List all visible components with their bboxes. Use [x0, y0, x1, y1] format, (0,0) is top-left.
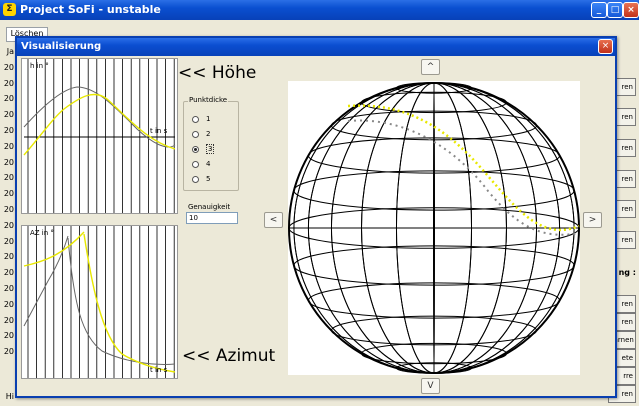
visualisierung-dialog: Visualisierung × h in ° t in s AZ in ° t…	[15, 36, 617, 398]
row-label: 20	[3, 157, 14, 167]
nav-right-button[interactable]: >	[583, 212, 602, 228]
app-title-bar: Σ Project SoFi - unstable _ □ ×	[0, 0, 639, 20]
row-label: 20	[3, 110, 14, 120]
app-title: Project SoFi - unstable	[20, 3, 161, 16]
sphere-canvas	[288, 82, 580, 374]
minimize-button[interactable]: _	[591, 2, 607, 18]
genauigkeit-input[interactable]: 10	[186, 212, 238, 224]
radio-label: 3	[206, 144, 215, 154]
azimut-gray-curve-1	[23, 235, 69, 327]
radio-punktdicke-4[interactable]: 4	[192, 159, 232, 171]
hoehe-y-label: h in °	[30, 62, 49, 70]
chevron-up-icon: ^	[426, 62, 435, 72]
row-label: 20	[3, 173, 14, 183]
close-button[interactable]: ×	[623, 2, 639, 18]
radio-punktdicke-3[interactable]: 3	[192, 144, 232, 156]
radio-punktdicke-1[interactable]: 1	[192, 114, 232, 126]
azimut-plot-canvas: AZ in ° t in s	[23, 226, 176, 378]
hoehe-plot-canvas: h in ° t in s	[23, 59, 176, 213]
azimut-yellow-curve-2	[83, 233, 176, 373]
genauigkeit-label: Genauigkeit	[188, 203, 231, 211]
row-label: 20	[3, 62, 14, 72]
row-label: 20	[3, 347, 14, 357]
dialog-title: Visualisierung	[21, 41, 102, 52]
azimut-x-label: t in s	[150, 366, 168, 374]
row-label: 20	[3, 94, 14, 104]
radio-label: 4	[206, 160, 211, 168]
nav-left-button[interactable]: <	[264, 212, 283, 228]
row-label: 20	[3, 236, 14, 246]
nav-down-button[interactable]: V	[421, 378, 440, 394]
nav-up-button[interactable]: ^	[421, 59, 440, 75]
row-label: Ja	[6, 47, 14, 56]
dialog-close-button[interactable]: ×	[598, 39, 613, 54]
row-label: 20	[3, 220, 14, 230]
chevron-down-icon: V	[427, 381, 434, 391]
punktdicke-group: Punktdicke 1 2 3 4 5	[183, 96, 239, 191]
sphere-view	[288, 81, 580, 375]
row-label: 20	[3, 141, 14, 151]
azimut-gray-curve-2	[67, 237, 176, 365]
chevron-right-icon: >	[588, 215, 597, 225]
radio-label: 5	[206, 175, 211, 183]
radio-circle-icon	[192, 161, 199, 168]
hoehe-label: << Höhe	[178, 63, 257, 83]
right-section-label: ng :	[618, 268, 636, 277]
radio-selected-icon	[192, 146, 199, 153]
sofi-app-icon: Σ	[3, 3, 16, 16]
row-label: 20	[3, 252, 14, 262]
row-label: 20	[3, 78, 14, 88]
row-label: 20	[3, 268, 14, 278]
dialog-title-bar: Visualisierung ×	[17, 38, 615, 56]
yellow-track	[347, 104, 580, 232]
maximize-button[interactable]: □	[607, 2, 623, 18]
row-label: 20	[3, 284, 14, 293]
hoehe-yellow-curve	[23, 93, 176, 156]
radio-label: 1	[206, 115, 211, 123]
radio-circle-icon	[192, 176, 199, 183]
row-label: 20	[3, 299, 14, 309]
hoehe-x-label: t in s	[150, 127, 168, 135]
row-label: 20	[3, 189, 14, 199]
row-label: 20	[3, 126, 14, 135]
azimut-label: << Azimut	[182, 346, 276, 366]
radio-circle-icon	[192, 116, 199, 123]
chevron-left-icon: <	[269, 215, 278, 225]
punktdicke-legend: Punktdicke	[188, 96, 229, 104]
azimut-y-label: AZ in °	[30, 229, 54, 237]
hoehe-plot: h in ° t in s	[21, 58, 178, 214]
radio-punktdicke-5[interactable]: 5	[192, 174, 232, 186]
azimut-plot: AZ in ° t in s	[21, 225, 178, 379]
row-label: 20	[3, 205, 14, 214]
radio-circle-icon	[192, 131, 199, 138]
radio-punktdicke-2[interactable]: 2	[192, 129, 232, 141]
radio-label: 2	[206, 130, 211, 138]
row-label: 20	[3, 315, 14, 325]
row-label: 20	[3, 331, 14, 341]
row-label: Hi	[5, 392, 14, 401]
